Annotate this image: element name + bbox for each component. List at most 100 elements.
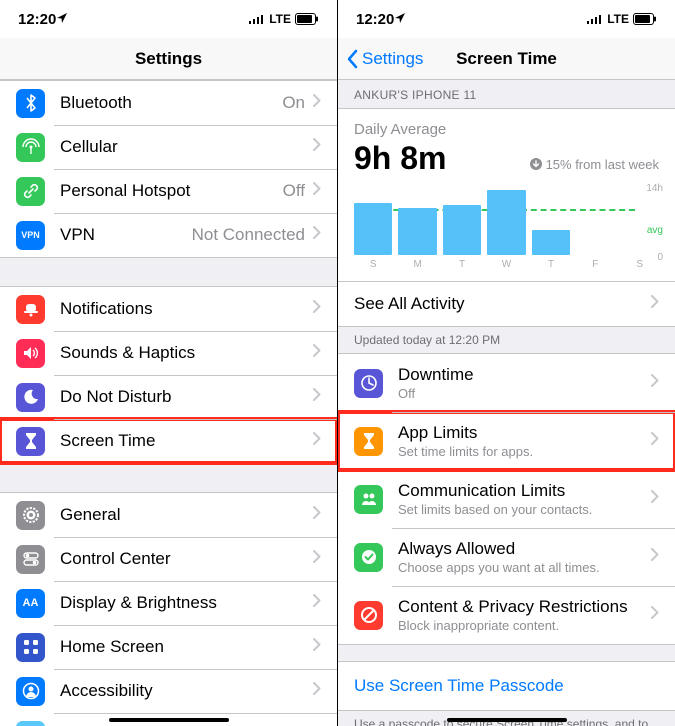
page-title: Settings [135,49,202,69]
gear-icon [16,501,45,530]
cell-dnd[interactable]: Do Not Disturb [0,375,337,419]
settings-group-general: General Control Center AA Display & Brightn… [0,492,337,726]
cell-bluetooth[interactable]: BluetoothOn [0,81,337,125]
cell-homescreen[interactable]: Home Screen [0,625,337,669]
battery-icon [295,13,319,25]
device-header: ANKUR'S IPHONE 11 [338,80,675,108]
cell-notifications[interactable]: Notifications [0,287,337,331]
person-icon [16,677,45,706]
cell-subtitle: Choose apps you want at all times. [398,560,651,575]
navbar: Settings [0,38,337,80]
cell-label: Display & Brightness [60,593,313,613]
cell-label: Downtime [398,365,651,385]
cell-accessibility[interactable]: Accessibility [0,669,337,713]
chevron-right-icon [313,94,321,112]
cell-display[interactable]: AA Display & Brightness [0,581,337,625]
antenna-icon [16,133,45,162]
hourglass-icon [354,427,383,456]
chevron-right-icon [313,300,321,318]
cell-commlimits[interactable]: Communication LimitsSet limits based on … [338,470,675,528]
axis-label: T [532,259,570,270]
chevron-right-icon [651,374,659,392]
cell-cellular[interactable]: Cellular [0,125,337,169]
bar-M [398,208,436,256]
bell-icon [16,295,45,324]
axis-label: T [443,259,481,270]
cell-label: Home Screen [60,637,313,657]
chevron-right-icon [313,182,321,200]
daily-average-panel: Daily Average 9h 8m 15% from last week [338,108,675,181]
cell-label: App Limits [398,423,651,443]
settings-screen: 12:20 LTE Settings BluetoothOnCellularPe… [0,0,337,726]
signal-icon [587,14,603,24]
downtime-icon [354,369,383,398]
chevron-right-icon [651,432,659,450]
home-indicator [109,718,229,722]
passcode-label: Use Screen Time Passcode [354,676,564,695]
vpn-icon: VPN [16,221,45,250]
back-button[interactable]: Settings [346,49,423,69]
cell-detail: On [282,93,305,113]
cell-applimits[interactable]: App LimitsSet time limits for apps. [338,412,675,470]
bar-W [487,190,525,255]
location-icon [394,11,406,28]
cell-downtime[interactable]: DowntimeOff [338,354,675,412]
cell-label: Bluetooth [60,93,282,113]
settings-group-connectivity: BluetoothOnCellularPersonal HotspotOffVP… [0,80,337,258]
home-indicator [447,718,567,722]
screentime-options: DowntimeOffApp LimitsSet time limits for… [338,353,675,645]
cell-controlcenter[interactable]: Control Center [0,537,337,581]
cell-subtitle: Set limits based on your contacts. [398,502,651,517]
daily-value: 9h 8m [354,140,446,177]
chevron-right-icon [313,138,321,156]
chevron-right-icon [313,344,321,362]
cell-label: Do Not Disturb [60,387,313,407]
cell-label: General [60,505,313,525]
cell-subtitle: Block inappropriate content. [398,618,651,633]
link-icon [16,177,45,206]
flower-icon [16,721,45,726]
use-passcode[interactable]: Use Screen Time Passcode [338,661,675,711]
see-all-label: See All Activity [354,294,651,314]
cell-vpn[interactable]: VPNVPNNot Connected [0,213,337,257]
cell-general[interactable]: General [0,493,337,537]
chevron-right-icon [313,638,321,656]
daily-label: Daily Average [354,121,659,138]
moon-icon [16,383,45,412]
chevron-right-icon [313,594,321,612]
chevron-right-icon [313,226,321,244]
cell-label: VPN [60,225,192,245]
navbar: Settings Screen Time [338,38,675,80]
cell-sounds[interactable]: Sounds & Haptics [0,331,337,375]
signal-icon [249,14,265,24]
status-time: 12:20 [356,11,394,28]
cell-restrictions[interactable]: Content & Privacy RestrictionsBlock inap… [338,586,675,644]
speaker-icon [16,339,45,368]
switches-icon [16,545,45,574]
cell-always[interactable]: Always AllowedChoose apps you want at al… [338,528,675,586]
cell-hotspot[interactable]: Personal HotspotOff [0,169,337,213]
status-bar: 12:20 LTE [0,0,337,38]
battery-icon [633,13,657,25]
settings-group-notifications: NotificationsSounds & Haptics Do Not Dist… [0,286,337,464]
back-label: Settings [362,49,423,69]
screentime-screen: 12:20 LTE Settings Screen Time ANKUR'S I… [337,0,675,726]
check-icon [354,543,383,572]
comm-icon [354,485,383,514]
block-icon [354,601,383,630]
location-icon [56,11,68,28]
chevron-right-icon [313,550,321,568]
cell-screentime[interactable]: Screen Time [0,419,337,463]
cell-label: Always Allowed [398,539,651,559]
chevron-right-icon [313,388,321,406]
cell-detail: Not Connected [192,225,305,245]
usage-chart[interactable]: 14h avg 0 SMTWTFS [338,181,675,281]
carrier-label: LTE [607,12,629,26]
chevron-right-icon [651,548,659,566]
AA-icon: AA [16,589,45,618]
chevron-right-icon [313,432,321,450]
see-all-activity[interactable]: See All Activity [338,282,675,326]
status-right: LTE [587,12,657,26]
axis-label: S [621,259,659,270]
chevron-right-icon [651,295,659,313]
